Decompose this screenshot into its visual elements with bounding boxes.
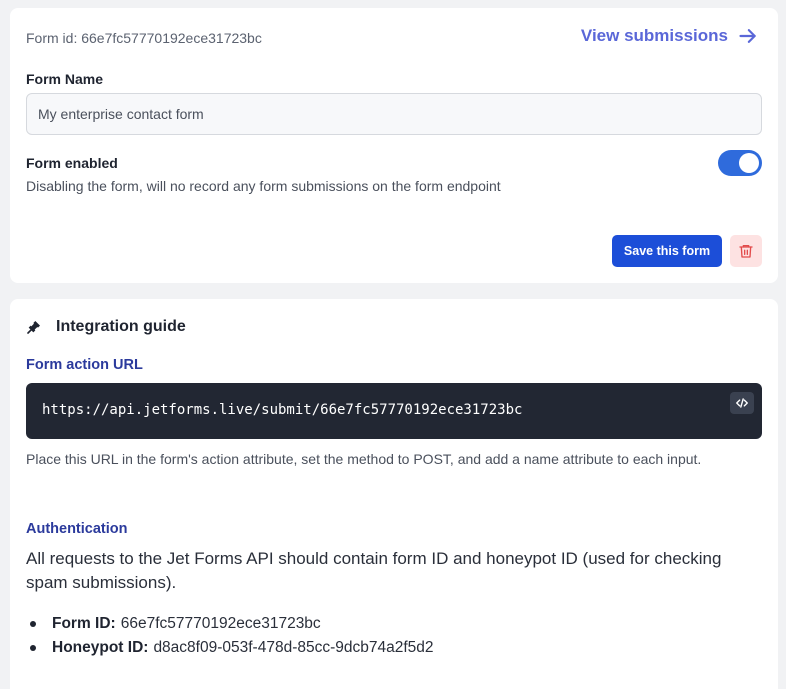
integration-guide-card: Integration guide Form action URL https:… (10, 299, 778, 689)
form-name-input[interactable] (26, 93, 762, 135)
authentication-label: Authentication (26, 521, 128, 537)
toggle-knob (739, 153, 759, 173)
form-id-text: Form id: 66e7fc57770192ece31723bc (26, 30, 262, 46)
form-name-label: Form Name (26, 71, 104, 87)
list-item-honeypot-id: Honeypot ID: d8ac8f09-053f-478d-85cc-9dc… (26, 636, 434, 660)
code-icon (736, 398, 748, 408)
authentication-description: All requests to the Jet Forms API should… (26, 549, 722, 592)
view-submissions-link[interactable]: View submissions (581, 26, 758, 46)
form-id-value: 66e7fc57770192ece31723bc (120, 615, 321, 632)
plug-icon (27, 321, 40, 334)
delete-form-button[interactable] (730, 235, 762, 267)
list-item-form-id: Form ID: 66e7fc57770192ece31723bc (26, 612, 434, 636)
integration-guide-header: Integration guide (26, 318, 186, 336)
save-form-button[interactable]: Save this form (612, 235, 722, 267)
form-action-url-codeblock: https://api.jetforms.live/submit/66e7fc5… (26, 383, 762, 439)
form-enabled-label: Form enabled (26, 155, 118, 171)
form-action-help-text: Place this URL in the form's action attr… (26, 451, 702, 467)
form-action-url-label: Form action URL (26, 357, 143, 373)
form-id-key: Form ID: (52, 615, 116, 632)
form-action-url-text[interactable]: https://api.jetforms.live/submit/66e7fc5… (42, 402, 522, 418)
trash-icon (739, 245, 753, 258)
form-settings-card: Form id: 66e7fc57770192ece31723bc View s… (10, 8, 778, 283)
integration-guide-title: Integration guide (56, 318, 186, 335)
form-enabled-toggle[interactable] (718, 150, 762, 176)
view-submissions-label: View submissions (580, 26, 728, 45)
code-copy-button[interactable] (730, 392, 754, 414)
form-enabled-help: Disabling the form, will no record any f… (26, 178, 501, 194)
bullet-icon (30, 621, 36, 627)
honeypot-id-value: d8ac8f09-053f-478d-85cc-9dcb74a2f5d2 (153, 639, 434, 656)
id-list: Form ID: 66e7fc57770192ece31723bc Honeyp… (26, 612, 434, 660)
bullet-icon (30, 645, 36, 651)
arrow-right-icon (739, 29, 756, 43)
honeypot-id-key: Honeypot ID: (52, 639, 149, 656)
